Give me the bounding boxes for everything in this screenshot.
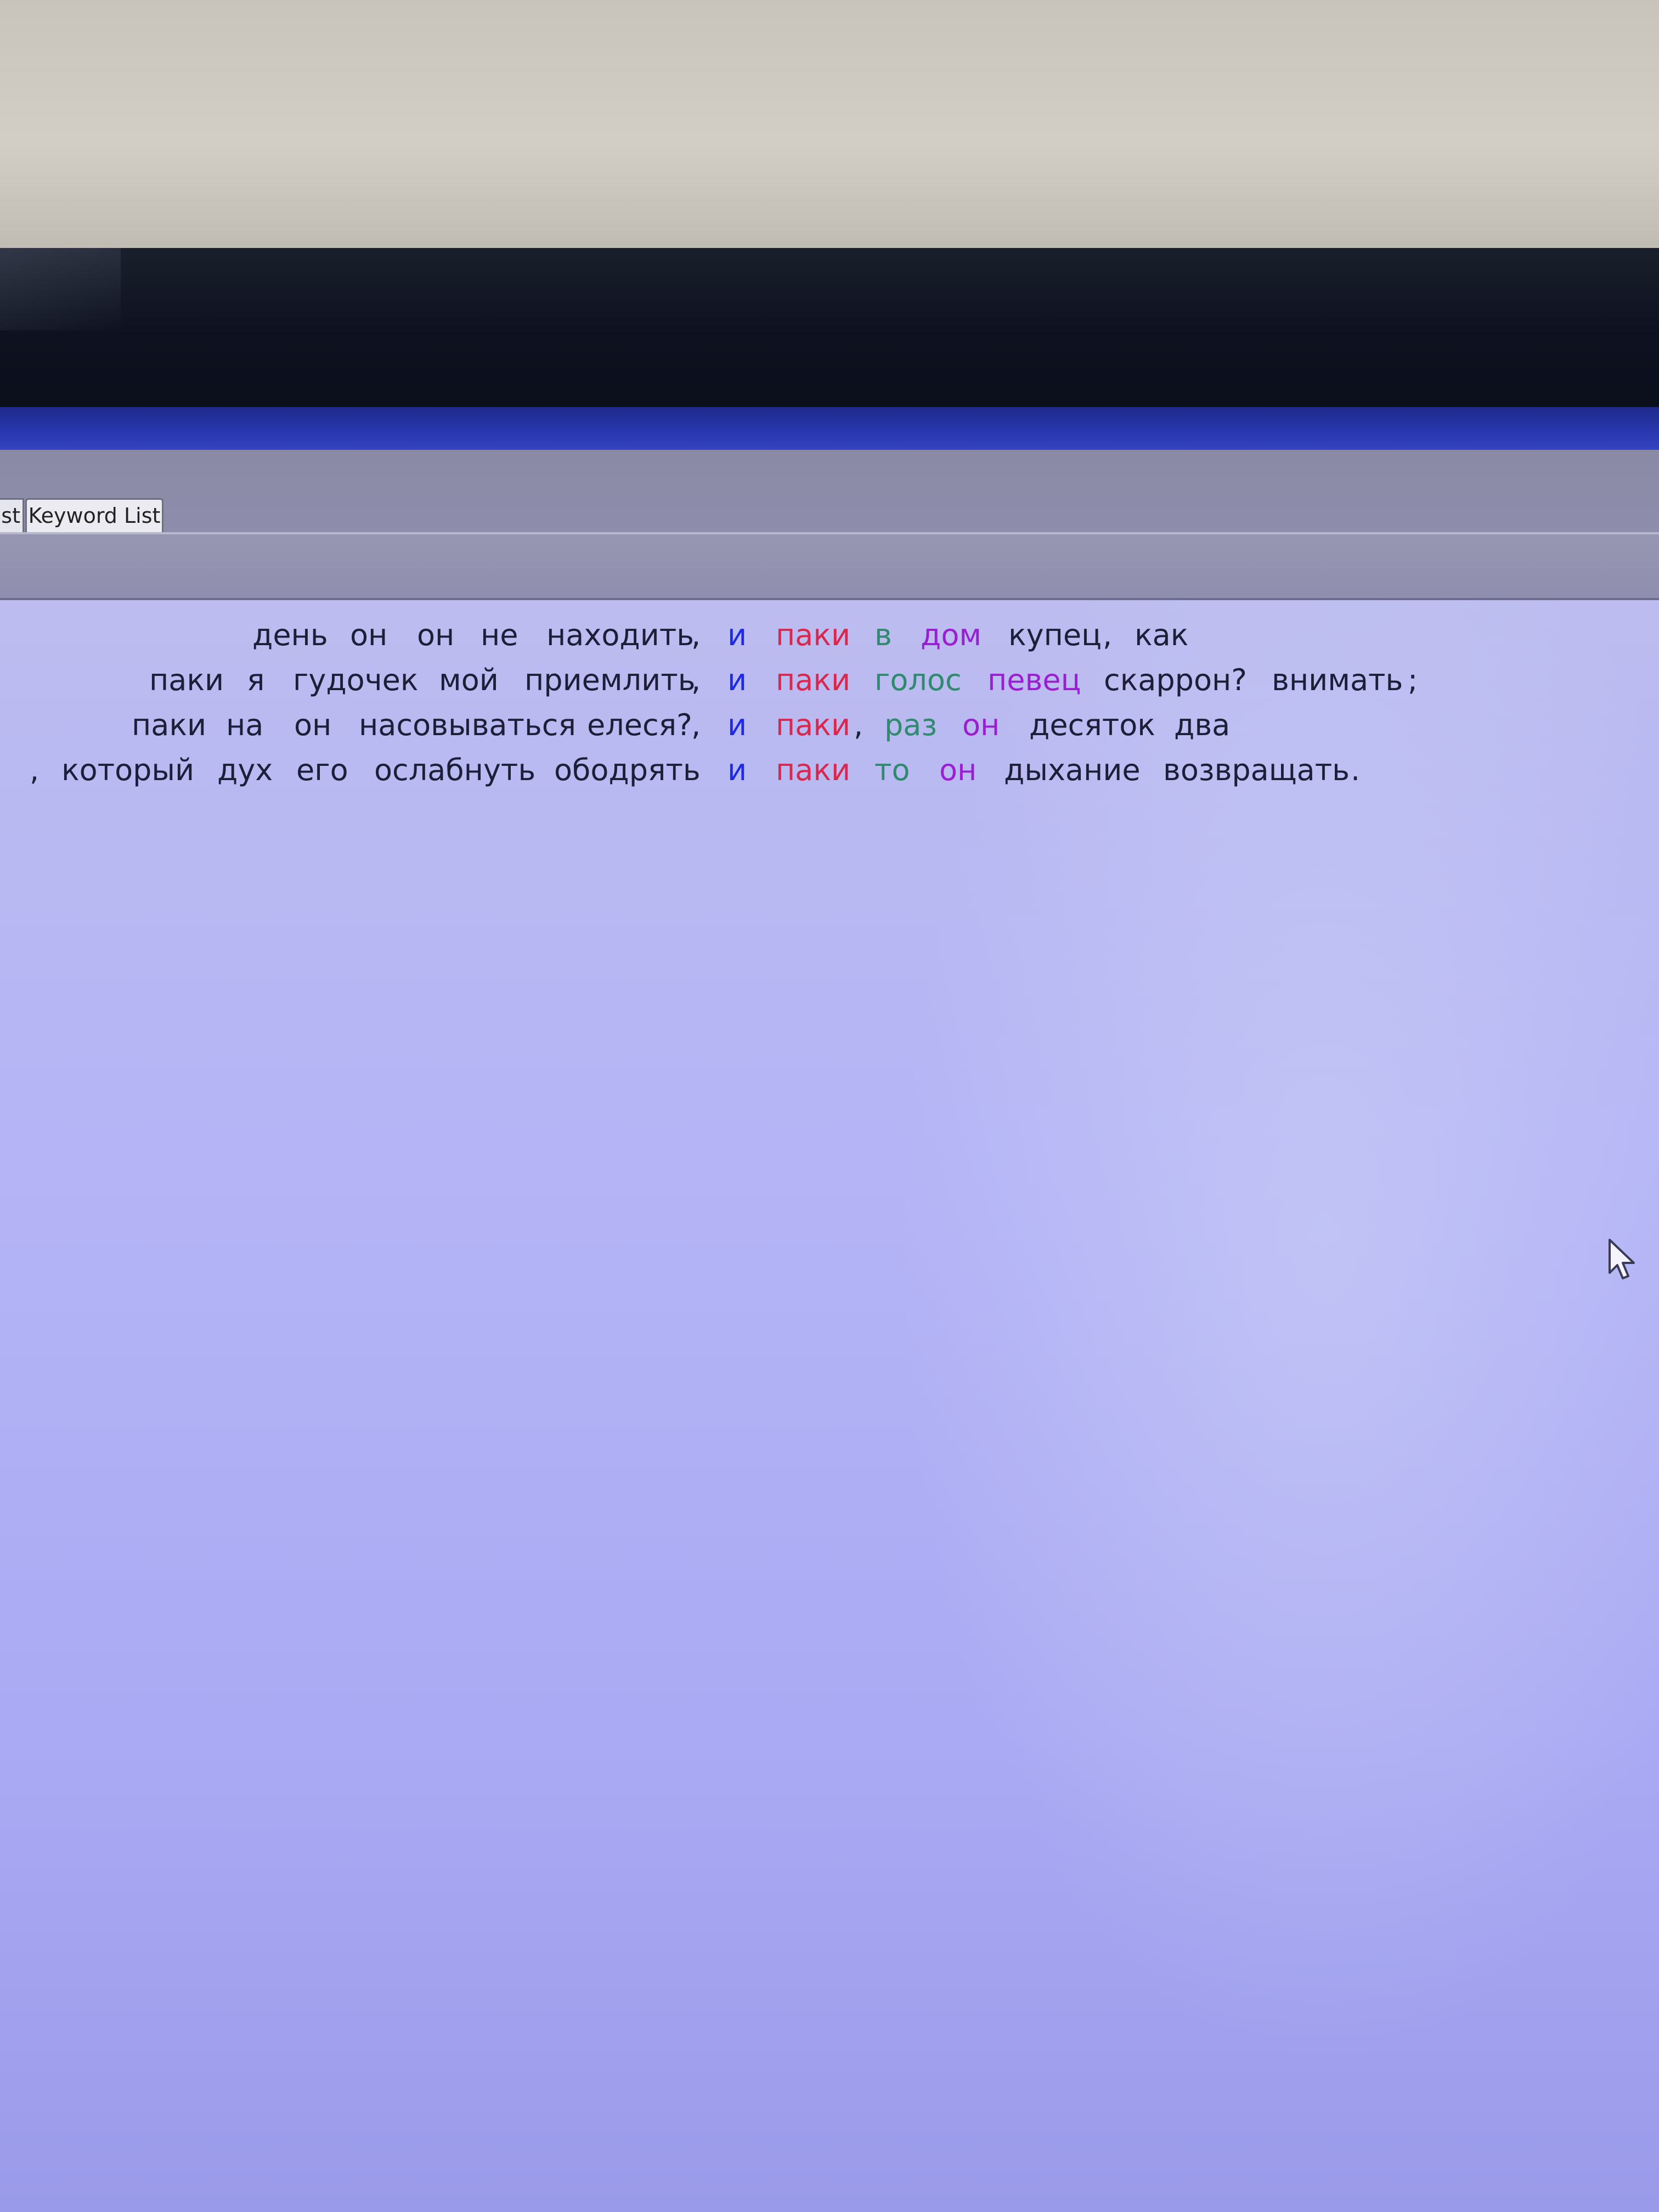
- kwic-right-token: паки: [776, 753, 851, 787]
- bezel-glare: [0, 248, 121, 330]
- kwic-left-token: ободрять: [554, 753, 701, 787]
- kwic-left-token: день: [252, 618, 328, 652]
- kwic-right-token: ,: [1103, 618, 1113, 652]
- kwic-left-token: гудочек: [293, 663, 419, 697]
- kwic-search-term[interactable]: и: [727, 661, 747, 700]
- kwic-line[interactable]: паки на он насовываться елеся? , и паки …: [0, 706, 1659, 745]
- kwic-right-token: голос: [874, 663, 962, 697]
- kwic-left-token: ,: [691, 708, 701, 742]
- kwic-right-token: раз: [884, 708, 938, 742]
- kwic-right-token: ;: [1408, 663, 1418, 697]
- kwic-left-token: ,: [691, 663, 701, 697]
- tab-strip: [0, 450, 1659, 538]
- kwic-right-token: ,: [854, 708, 864, 742]
- kwic-right-token: десяток: [1029, 708, 1155, 742]
- tab-concordance-label: st: [1, 504, 20, 528]
- kwic-left-token: он: [350, 618, 388, 652]
- kwic-search-term[interactable]: и: [727, 616, 747, 655]
- kwic-left-token: находить: [546, 618, 695, 652]
- kwic-left-token: который: [61, 753, 195, 787]
- kwic-right-token: паки: [776, 708, 851, 742]
- kwic-left-token: ,: [30, 753, 40, 787]
- kwic-left-token: ,: [691, 618, 701, 652]
- kwic-left-token: ослабнуть: [374, 753, 536, 787]
- kwic-search-term[interactable]: и: [727, 751, 747, 790]
- kwic-right-token: скаррон?: [1104, 663, 1247, 697]
- kwic-left-token: я: [247, 663, 265, 697]
- kwic-right-token: дыхание: [1004, 753, 1141, 787]
- kwic-left-token: елеся?: [587, 708, 692, 742]
- kwic-left-token: мой: [439, 663, 499, 697]
- kwic-line[interactable]: , который дух его ослабнуть ободрять и п…: [0, 751, 1659, 790]
- kwic-search-term[interactable]: и: [727, 706, 747, 745]
- kwic-right-token: паки: [776, 618, 851, 652]
- kwic-right-token: то: [874, 753, 910, 787]
- kwic-left-token: не: [481, 618, 518, 652]
- kwic-right-token: возвращать: [1163, 753, 1350, 787]
- tab-keyword-list-label: Keyword List: [28, 504, 161, 528]
- tab-keyword-list[interactable]: Keyword List: [25, 498, 163, 533]
- kwic-line[interactable]: день он он не находить , и паки в дом ку…: [0, 616, 1659, 655]
- toolbar: [0, 534, 1659, 600]
- kwic-left-token: паки: [132, 708, 207, 742]
- window-title-bar: [0, 407, 1659, 450]
- kwic-right-token: как: [1135, 618, 1189, 652]
- monitor-bezel: [0, 248, 1659, 407]
- mouse-pointer-icon: [1609, 1239, 1635, 1279]
- kwic-line[interactable]: паки я гудочек мой приемлить , и паки го…: [0, 661, 1659, 700]
- kwic-left-token: на: [226, 708, 264, 742]
- kwic-right-token: паки: [776, 663, 851, 697]
- background-wall: [0, 0, 1659, 258]
- kwic-right-token: купец: [1008, 618, 1102, 652]
- screen-sheen: [823, 600, 1659, 2212]
- kwic-left-token: он: [294, 708, 332, 742]
- kwic-right-token: он: [962, 708, 1000, 742]
- kwic-left-token: его: [296, 753, 348, 787]
- kwic-right-token: внимать: [1272, 663, 1403, 697]
- kwic-right-token: в: [874, 618, 892, 652]
- kwic-left-token: он: [417, 618, 455, 652]
- kwic-right-token: .: [1351, 753, 1361, 787]
- kwic-right-token: два: [1174, 708, 1231, 742]
- concordance-panel[interactable]: день он он не находить , и паки в дом ку…: [0, 600, 1659, 2212]
- kwic-right-token: певец: [988, 663, 1081, 697]
- kwic-left-token: приемлить: [524, 663, 696, 697]
- kwic-right-token: дом: [921, 618, 982, 652]
- kwic-left-token: дух: [217, 753, 273, 787]
- kwic-left-token: насовываться: [359, 708, 576, 742]
- kwic-right-token: он: [939, 753, 977, 787]
- tab-concordance-partial[interactable]: st: [0, 498, 24, 533]
- kwic-left-token: паки: [149, 663, 224, 697]
